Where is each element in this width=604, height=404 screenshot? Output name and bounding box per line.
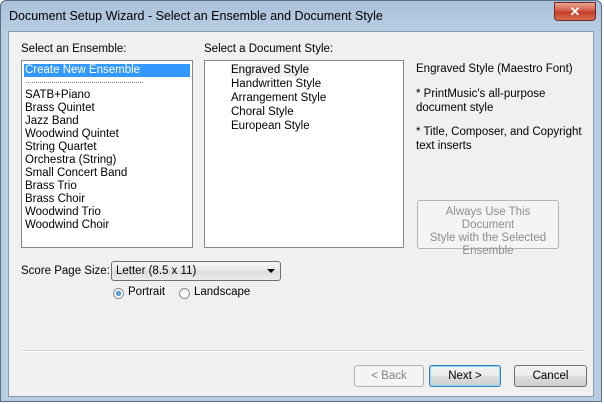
title-bar[interactable]: Document Setup Wizard - Select an Ensemb…	[1, 1, 603, 31]
radio-selected-dot	[116, 291, 121, 296]
ensemble-item[interactable]: Jazz Band	[25, 115, 79, 128]
ensemble-item[interactable]: Woodwind Quintet	[25, 128, 119, 141]
ensemble-item[interactable]: Small Concert Band	[25, 167, 127, 180]
ensemble-item[interactable]: SATB+Piano	[25, 89, 90, 102]
cancel-button[interactable]: Cancel	[514, 365, 587, 387]
ensemble-item[interactable]: Brass Choir	[25, 193, 85, 206]
close-button[interactable]: ✕	[554, 2, 596, 21]
landscape-radio[interactable]	[179, 288, 190, 299]
always-use-line: Style with the Selected	[429, 232, 547, 244]
ensemble-item[interactable]: String Quartet	[25, 141, 97, 154]
ensemble-item[interactable]: Woodwind Choir	[25, 219, 109, 232]
close-icon: ✕	[569, 4, 581, 19]
style-description-bullet: * Title, Composer, and Copyright text in…	[416, 126, 582, 152]
style-item[interactable]: Handwritten Style	[231, 78, 321, 91]
landscape-label[interactable]: Landscape	[194, 286, 250, 298]
next-button[interactable]: Next >	[429, 365, 501, 387]
window-title: Document Setup Wizard - Select an Ensemb…	[9, 9, 383, 23]
ensemble-item[interactable]: Brass Trio	[25, 180, 77, 193]
page-size-label: Score Page Size:	[21, 265, 110, 277]
dialog-window: Document Setup Wizard - Select an Ensemb…	[0, 0, 602, 402]
portrait-label[interactable]: Portrait	[128, 286, 165, 298]
always-use-line: Ensemble	[462, 245, 514, 257]
footer-divider	[21, 350, 585, 352]
style-description-title: Engraved Style (Maestro Font)	[416, 63, 573, 75]
portrait-radio[interactable]	[113, 288, 124, 299]
page-size-select[interactable]: Letter (8.5 x 11)	[111, 261, 281, 281]
always-use-style-button[interactable]: Always Use This Document Style with the …	[417, 200, 559, 257]
style-item[interactable]: European Style	[231, 120, 310, 133]
style-item-selected[interactable]: Engraved Style	[230, 64, 310, 77]
ensemble-item[interactable]: Orchestra (String)	[25, 154, 116, 167]
ensemble-item[interactable]: Woodwind Trio	[25, 206, 101, 219]
style-item[interactable]: Choral Style	[231, 106, 294, 119]
style-listbox[interactable]: Engraved Style Handwritten Style Arrange…	[204, 60, 404, 248]
ensemble-label: Select an Ensemble:	[21, 43, 127, 55]
ensemble-item[interactable]: Brass Quintet	[25, 102, 95, 115]
dialog-body: Select an Ensemble: Create New Ensemble …	[8, 31, 594, 397]
ensemble-listbox[interactable]: Create New Ensemble SATB+Piano Brass Qui…	[21, 60, 193, 248]
page-size-value: Letter (8.5 x 11)	[116, 265, 197, 277]
style-item[interactable]: Arrangement Style	[231, 92, 326, 105]
style-label: Select a Document Style:	[204, 43, 334, 55]
ensemble-separator	[26, 82, 143, 83]
chevron-down-icon	[267, 269, 275, 273]
ensemble-item-selected[interactable]: Create New Ensemble	[24, 64, 190, 77]
back-button[interactable]: < Back	[354, 365, 424, 387]
always-use-line: Always Use This Document	[445, 206, 531, 231]
style-description-bullet: * PrintMusic's all-purpose document styl…	[416, 88, 546, 114]
